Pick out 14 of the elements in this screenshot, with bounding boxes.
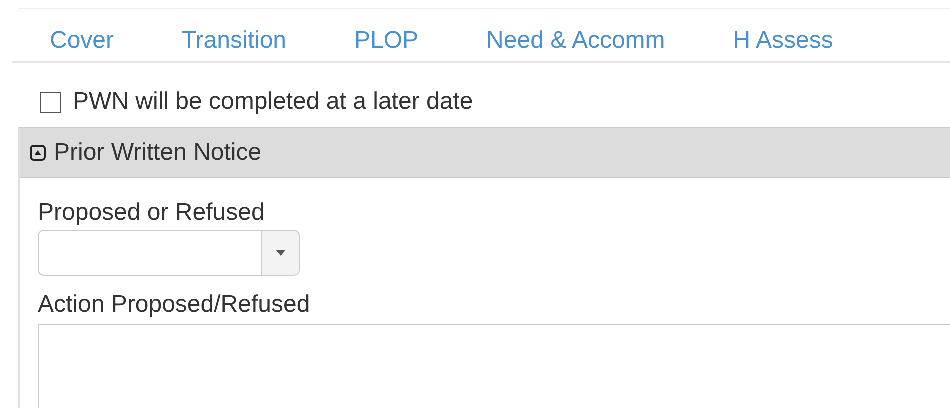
nav-tab[interactable]: Cover: [16, 27, 148, 55]
nav-tab[interactable]: Need & Accomm: [452, 27, 700, 55]
collapse-icon[interactable]: [30, 144, 46, 160]
panel-header[interactable]: Prior Written Notice: [20, 128, 950, 178]
checkbox-label: PWN will be completed at a later date: [73, 88, 474, 116]
field-label: Action Proposed/Refused: [38, 290, 312, 320]
dropdown-field[interactable]: [38, 230, 300, 276]
field-label: Proposed or Refused: [38, 198, 266, 228]
nav-tab[interactable]: PLOP: [320, 27, 453, 55]
nav-tab[interactable]: H Assess: [699, 27, 868, 55]
panel-title: Prior Written Notice: [54, 138, 262, 166]
checkbox[interactable]: [40, 92, 61, 112]
caret-icon: [276, 250, 286, 256]
nav-tab[interactable]: Transition: [148, 27, 321, 55]
